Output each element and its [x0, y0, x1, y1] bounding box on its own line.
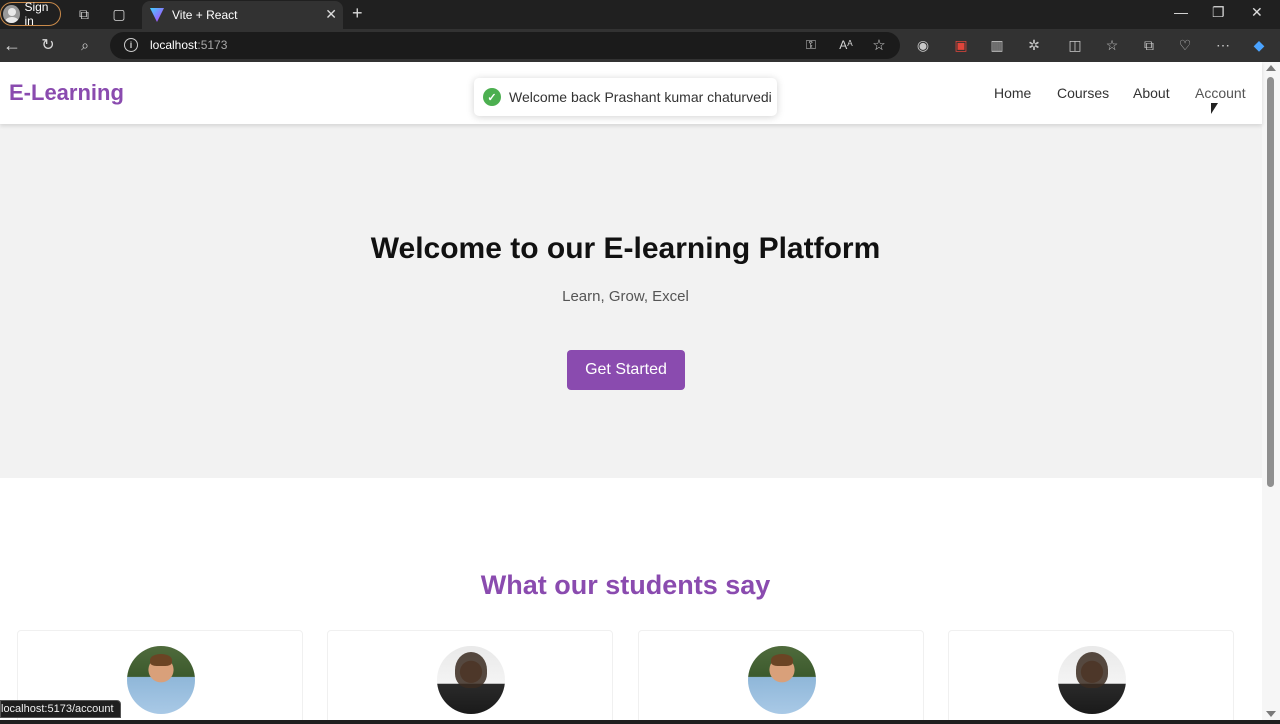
- favorite-star-icon[interactable]: ☆: [868, 34, 890, 56]
- nav-link-account[interactable]: Account: [1195, 85, 1246, 101]
- toast-message: Welcome back Prashant kumar chaturvedi: [509, 89, 772, 105]
- page-viewport: E-Learning Home Courses About Account ✓ …: [0, 62, 1280, 720]
- signin-label: Sign in: [24, 0, 49, 28]
- collections-icon[interactable]: ⧉: [1138, 34, 1160, 56]
- read-aloud-icon[interactable]: Aᴬ: [835, 34, 857, 56]
- hero-subtitle: Learn, Grow, Excel: [562, 288, 689, 305]
- testimonial-card: [948, 630, 1234, 720]
- workspaces-icon[interactable]: ⧉: [73, 3, 95, 25]
- extensions-puzzle-icon[interactable]: ✲: [1023, 34, 1045, 56]
- testimonials-title: What our students say: [480, 570, 771, 600]
- back-icon[interactable]: ←: [1, 34, 23, 56]
- success-toast[interactable]: ✓ Welcome back Prashant kumar chaturvedi: [474, 78, 777, 116]
- extension-red-icon[interactable]: ▣: [950, 34, 972, 56]
- mouse-cursor-icon: [1211, 103, 1218, 114]
- key-icon[interactable]: ⚿: [800, 34, 822, 56]
- profile-avatar-icon: [3, 5, 21, 23]
- site-logo[interactable]: E-Learning: [9, 80, 124, 106]
- minimize-icon[interactable]: —: [1174, 4, 1188, 20]
- page-scrollbar[interactable]: [1262, 62, 1280, 720]
- url-field[interactable]: i localhost:5173 ⚿ Aᴬ ☆: [110, 32, 900, 59]
- student-avatar: [127, 646, 195, 714]
- copilot-icon[interactable]: ◆: [1248, 34, 1270, 56]
- browser-tab-active[interactable]: Vite + React ✕: [142, 1, 343, 29]
- extension-chart-icon[interactable]: ▥: [986, 34, 1008, 56]
- profile-signin-button[interactable]: Sign in: [0, 0, 61, 28]
- nav-link-home[interactable]: Home: [994, 85, 1031, 101]
- testimonial-card: [327, 630, 613, 720]
- tab-title: Vite + React: [172, 8, 238, 22]
- scroll-down-arrow-icon[interactable]: [1266, 711, 1276, 717]
- url-text: localhost:5173: [150, 38, 228, 52]
- browser-tab-bar: Sign in ⧉ ▢ Vite + React ✕ + — ❐ ✕: [0, 0, 1280, 29]
- student-avatar: [1058, 646, 1126, 714]
- refresh-icon[interactable]: ↻: [37, 34, 59, 56]
- new-tab-icon[interactable]: +: [352, 3, 363, 24]
- more-menu-icon[interactable]: ⋯: [1212, 34, 1234, 56]
- tab-actions-icon[interactable]: ▢: [108, 3, 130, 25]
- close-tab-icon[interactable]: ✕: [325, 6, 337, 23]
- nav-link-about[interactable]: About: [1133, 85, 1170, 101]
- testimonial-card: [638, 630, 924, 720]
- restore-icon[interactable]: ❐: [1212, 4, 1225, 21]
- hero-section: Welcome to our E-learning Platform Learn…: [0, 124, 1262, 478]
- search-icon[interactable]: ⌕: [74, 34, 96, 56]
- browser-address-bar: ← ↻ ⌕ i localhost:5173 ⚿ Aᴬ ☆: [0, 29, 1280, 62]
- split-screen-icon[interactable]: ◫: [1064, 34, 1086, 56]
- nav-link-courses[interactable]: Courses: [1057, 85, 1109, 101]
- check-circle-icon: ✓: [483, 88, 501, 106]
- browser-essentials-icon[interactable]: ♡: [1174, 34, 1196, 56]
- hero-title: Welcome to our E-learning Platform: [370, 232, 881, 265]
- close-window-icon[interactable]: ✕: [1251, 4, 1263, 21]
- site-info-icon[interactable]: i: [124, 38, 138, 52]
- extension-circle-icon[interactable]: ◉: [912, 34, 934, 56]
- vite-favicon-icon: [150, 8, 164, 22]
- student-avatar: [437, 646, 505, 714]
- scroll-up-arrow-icon[interactable]: [1266, 65, 1276, 71]
- scrollbar-thumb[interactable]: [1267, 77, 1274, 487]
- get-started-button[interactable]: Get Started: [567, 350, 685, 390]
- link-status-bar: localhost:5173/account: [0, 700, 121, 718]
- favorites-icon[interactable]: ☆: [1101, 34, 1123, 56]
- student-avatar: [748, 646, 816, 714]
